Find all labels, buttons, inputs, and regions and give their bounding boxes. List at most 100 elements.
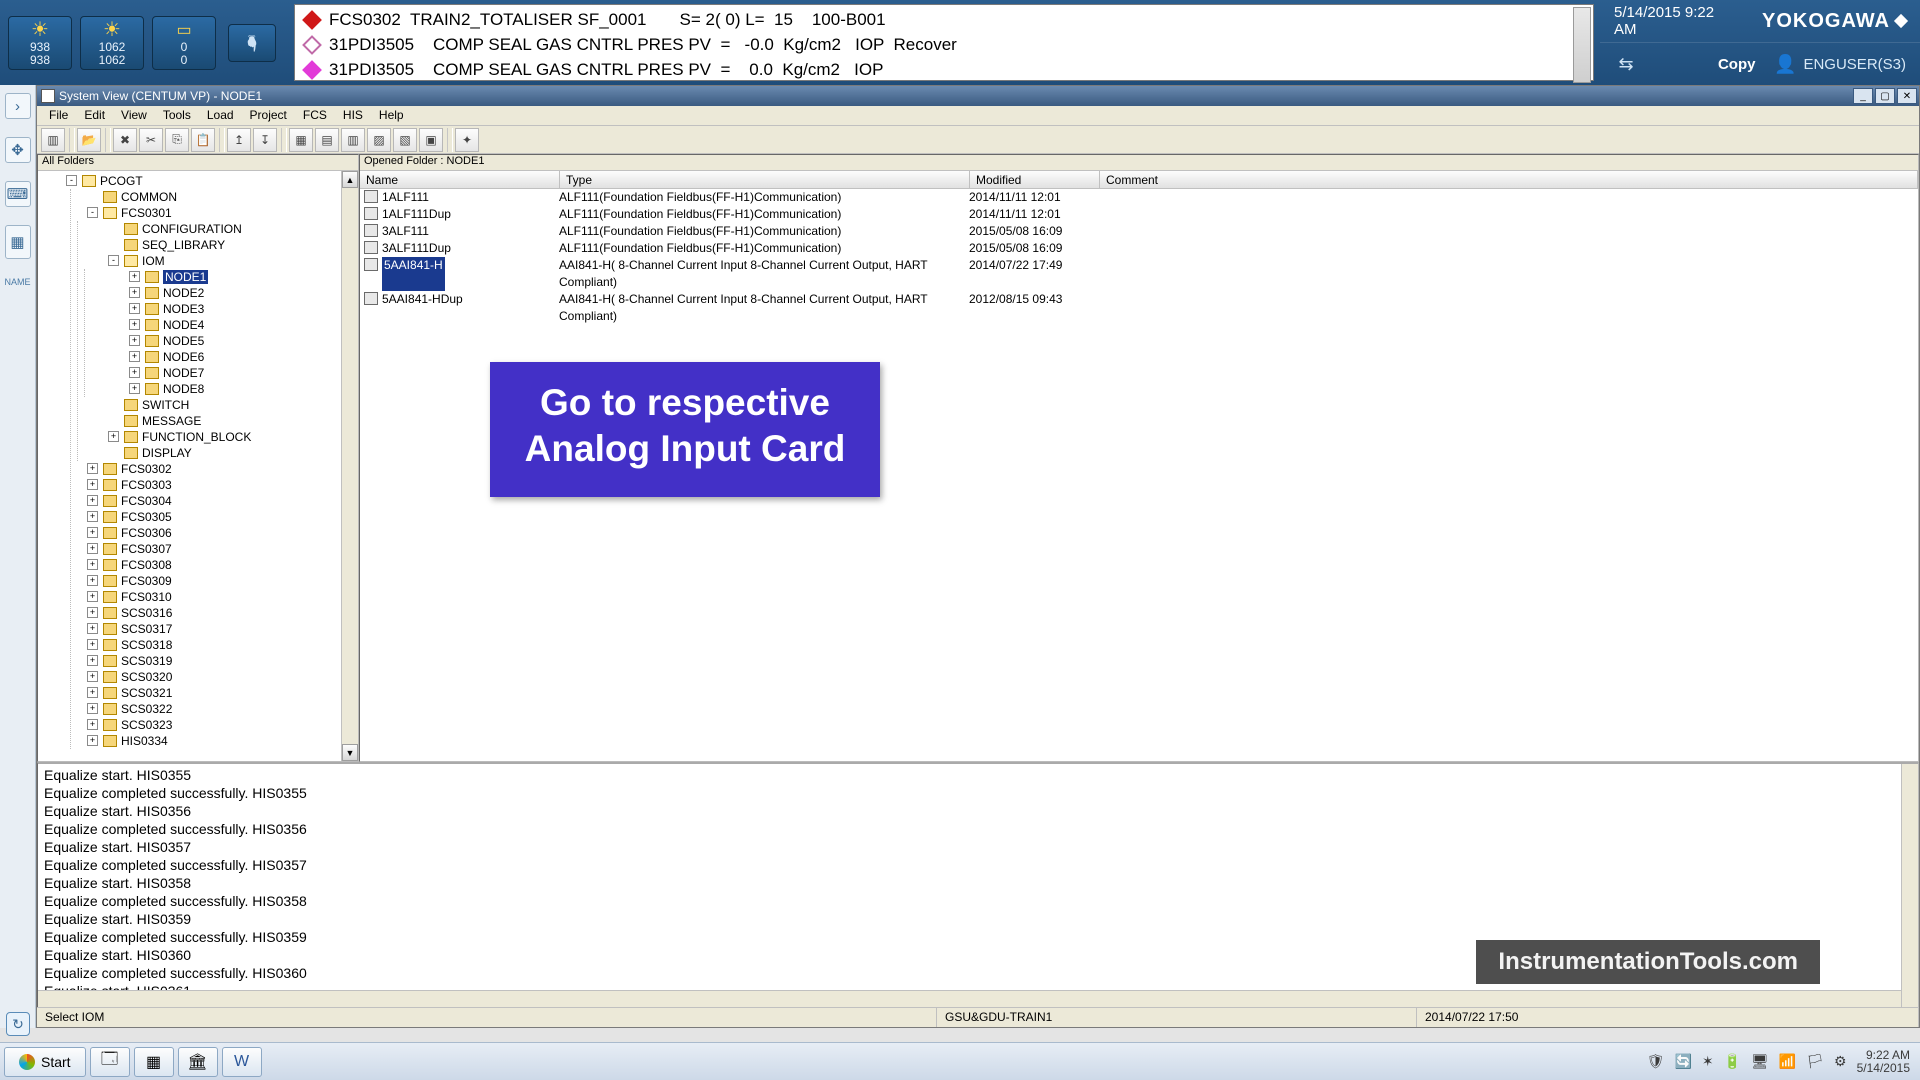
tree-expander[interactable]: + xyxy=(87,623,98,634)
user-badge[interactable]: 👤 ENGUSER(S3) xyxy=(1773,52,1906,76)
rail-btn-3[interactable]: ⌨ xyxy=(5,181,31,207)
tree-item[interactable]: NODE2 xyxy=(163,286,204,300)
tree-expander[interactable]: + xyxy=(87,655,98,666)
tree-expander[interactable]: + xyxy=(87,559,98,570)
tree-expander[interactable]: + xyxy=(87,479,98,490)
tb-down[interactable]: ↧ xyxy=(253,128,277,152)
tree-item[interactable]: NODE4 xyxy=(163,318,204,332)
tree-item[interactable]: SCS0317 xyxy=(121,622,172,636)
tree-expander[interactable]: + xyxy=(129,367,140,378)
menu-file[interactable]: File xyxy=(41,106,76,125)
tree-item[interactable]: SWITCH xyxy=(142,398,189,412)
tree-expander[interactable]: - xyxy=(87,207,98,218)
tree-item[interactable]: SCS0318 xyxy=(121,638,172,652)
tb-btn[interactable]: ▥ xyxy=(41,128,65,152)
tree-scrollbar[interactable]: ▲ ▼ xyxy=(341,171,358,761)
tray-icon[interactable]: 🏳 xyxy=(1806,1053,1824,1070)
tree-expander[interactable]: + xyxy=(87,591,98,602)
col-type[interactable]: Type xyxy=(560,171,970,188)
tree-item[interactable]: PCOGT xyxy=(100,174,143,188)
tb-open[interactable]: 📂 xyxy=(77,128,101,152)
maximize-button[interactable]: ▢ xyxy=(1875,88,1895,104)
tree-item[interactable]: FCS0309 xyxy=(121,574,172,588)
tree-item[interactable]: NODE5 xyxy=(163,334,204,348)
topbar-tool-icon[interactable]: 🖣 xyxy=(228,24,276,62)
tree-expander[interactable]: + xyxy=(129,319,140,330)
menu-his[interactable]: HIS xyxy=(335,106,371,125)
file-list[interactable]: 1ALF111ALF111(Foundation Fieldbus(FF-H1)… xyxy=(360,189,1918,325)
log-scrollbar[interactable] xyxy=(1901,764,1918,1007)
tree-item[interactable]: CONFIGURATION xyxy=(142,222,242,236)
alarm-line-3[interactable]: 31PDI3505 COMP SEAL GAS CNTRL PRES PV = … xyxy=(305,57,1583,82)
tree-item[interactable]: SCS0321 xyxy=(121,686,172,700)
tree-expander[interactable]: + xyxy=(129,351,140,362)
list-row[interactable]: 3ALF111ALF111(Foundation Fieldbus(FF-H1)… xyxy=(360,223,1918,240)
tray-icon[interactable]: 🛡 xyxy=(1647,1053,1665,1070)
tree-item[interactable]: FCS0302 xyxy=(121,462,172,476)
tree-item[interactable]: SCS0323 xyxy=(121,718,172,732)
list-row[interactable]: 1ALF111DupALF111(Foundation Fieldbus(FF-… xyxy=(360,206,1918,223)
taskbar-app-4[interactable]: W xyxy=(222,1047,262,1077)
log-hscrollbar[interactable] xyxy=(38,990,1901,1007)
col-modified[interactable]: Modified xyxy=(970,171,1100,188)
tree-item[interactable]: COMMON xyxy=(121,190,177,204)
taskbar-app-2[interactable]: ▦ xyxy=(134,1047,174,1077)
tree-item[interactable]: NODE8 xyxy=(163,382,204,396)
tree-item[interactable]: NODE7 xyxy=(163,366,204,380)
menu-tools[interactable]: Tools xyxy=(155,106,199,125)
tree-expander[interactable]: - xyxy=(66,175,77,186)
tree-expander[interactable]: + xyxy=(87,575,98,586)
tree-item[interactable]: FCS0308 xyxy=(121,558,172,572)
copy-button[interactable]: Copy xyxy=(1718,56,1756,73)
folder-tree[interactable]: -PCOGTCOMMON-FCS0301CONFIGURATIONSEQ_LIB… xyxy=(38,171,358,751)
tree-expander[interactable]: + xyxy=(87,543,98,554)
tree-expander[interactable]: - xyxy=(108,255,119,266)
tree-item[interactable]: HIS0334 xyxy=(121,734,168,748)
menu-help[interactable]: Help xyxy=(371,106,412,125)
start-button[interactable]: Start xyxy=(4,1047,86,1077)
tray-icon[interactable]: 📶 xyxy=(1779,1053,1796,1070)
menu-view[interactable]: View xyxy=(113,106,155,125)
tree-item[interactable]: FCS0303 xyxy=(121,478,172,492)
tree-expander[interactable]: + xyxy=(87,719,98,730)
taskbar-app-1[interactable]: 🗔 xyxy=(90,1047,130,1077)
tree-expander[interactable]: + xyxy=(87,735,98,746)
tree-expander[interactable]: + xyxy=(87,703,98,714)
tb-grid4[interactable]: ▨ xyxy=(367,128,391,152)
tree-expander[interactable]: + xyxy=(129,303,140,314)
tb-copy[interactable]: ⎘ xyxy=(165,128,189,152)
tree-item[interactable]: SCS0322 xyxy=(121,702,172,716)
tree-item[interactable]: IOM xyxy=(142,254,165,268)
list-row[interactable]: 3ALF111DupALF111(Foundation Fieldbus(FF-… xyxy=(360,240,1918,257)
tray-icon[interactable]: ✶ xyxy=(1702,1053,1714,1070)
tray-icon[interactable]: 🔄 xyxy=(1674,1053,1691,1070)
col-comment[interactable]: Comment xyxy=(1100,171,1918,188)
taskbar-clock[interactable]: 9:22 AM 5/14/2015 xyxy=(1857,1049,1910,1075)
scroll-up-icon[interactable]: ▲ xyxy=(342,171,358,188)
tb-grid1[interactable]: ▦ xyxy=(289,128,313,152)
tree-item[interactable]: FCS0301 xyxy=(121,206,172,220)
tree-item[interactable]: SCS0319 xyxy=(121,654,172,668)
alarm-line-2[interactable]: 31PDI3505 COMP SEAL GAS CNTRL PRES PV = … xyxy=(305,32,1583,57)
tb-misc[interactable]: ✦ xyxy=(455,128,479,152)
tree-expander[interactable]: + xyxy=(87,671,98,682)
tree-expander[interactable]: + xyxy=(87,639,98,650)
tree-expander[interactable]: + xyxy=(87,607,98,618)
tree-item[interactable]: MESSAGE xyxy=(142,414,201,428)
col-name[interactable]: Name xyxy=(360,171,560,188)
rail-btn-2[interactable]: ✥ xyxy=(5,137,31,163)
tree-expander[interactable]: + xyxy=(108,431,119,442)
tree-item[interactable]: SCS0320 xyxy=(121,670,172,684)
tree-item[interactable]: NODE6 xyxy=(163,350,204,364)
tree-expander[interactable]: + xyxy=(87,495,98,506)
sync-icon[interactable]: ⇆ xyxy=(1614,52,1638,76)
tree-expander[interactable]: + xyxy=(129,335,140,346)
gauge-2[interactable]: ☀ 1062 1062 xyxy=(80,16,144,70)
close-button[interactable]: ✕ xyxy=(1897,88,1917,104)
tb-paste[interactable]: 📋 xyxy=(191,128,215,152)
tree-item[interactable]: NODE1 xyxy=(163,270,208,284)
tree-item[interactable]: SCS0316 xyxy=(121,606,172,620)
tree-item[interactable]: FCS0306 xyxy=(121,526,172,540)
tree-item[interactable]: FCS0310 xyxy=(121,590,172,604)
tree-expander[interactable]: + xyxy=(129,383,140,394)
